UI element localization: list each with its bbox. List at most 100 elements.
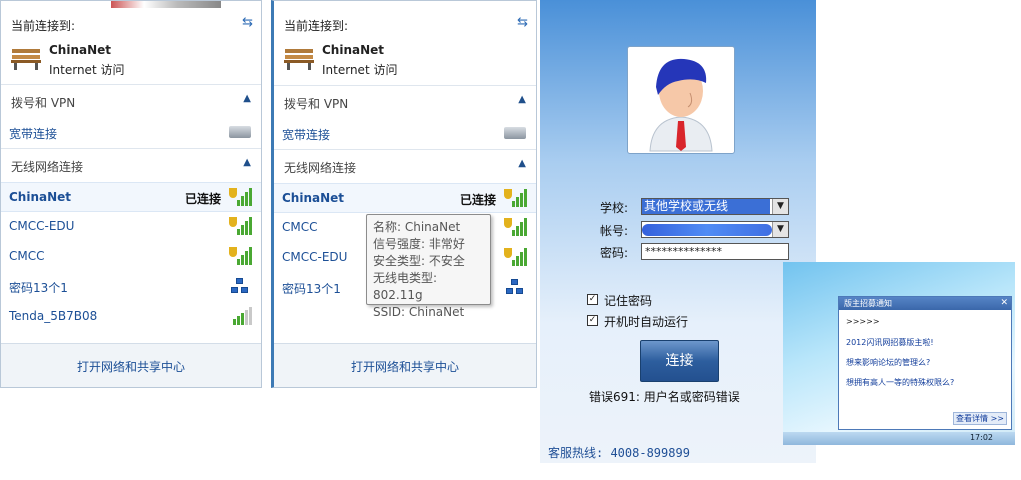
section-label: 无线网络连接 (11, 160, 84, 174)
account-label: 帐号: (600, 224, 629, 238)
refresh-icon[interactable]: ⇆ (242, 15, 253, 30)
connection-name: ChinaNet (49, 43, 112, 57)
chevron-up-icon[interactable]: ▲ (243, 93, 251, 104)
tooltip-line: 无线电类型: 802.11g (373, 271, 438, 302)
wifi-name: 密码13个1 (9, 281, 68, 295)
wifi-signal-icon (229, 307, 252, 325)
shield-icon (229, 217, 237, 227)
bench-icon (11, 49, 41, 70)
wireless-section[interactable]: 无线网络连接 ▲ (1, 148, 261, 182)
wifi-name: 密码13个1 (282, 282, 341, 296)
wifi-name: ChinaNet (282, 191, 345, 205)
section-label: 拨号和 VPN (284, 97, 349, 111)
popup-link[interactable]: 2012闪讯网招募版主啦! (846, 337, 934, 348)
broadband-label: 宽带连接 (9, 127, 58, 141)
current-connection-label: 当前连接到: (284, 19, 349, 33)
broadband-connection[interactable]: 宽带连接 (274, 119, 536, 149)
wifi-name: ChinaNet (9, 190, 72, 204)
wifi-signal-icon (504, 218, 527, 236)
tooltip-line: 安全类型: 不安全 (373, 254, 465, 268)
flyout-footer: 打开网络和共享中心 (274, 343, 536, 387)
section-label: 拨号和 VPN (11, 96, 76, 110)
chevron-up-icon[interactable]: ▲ (243, 157, 251, 168)
wifi-item-tenda[interactable]: Tenda_5B7B08 (1, 302, 261, 332)
school-select[interactable]: 其他学校或无线 ▼ (641, 198, 789, 215)
remember-password-checkbox[interactable]: ✓ (587, 294, 598, 305)
wifi-item-chinanet[interactable]: ChinaNet 已连接 (1, 182, 261, 212)
network-flyout-1: 当前连接到: ⇆ ChinaNet Internet 访问 拨号和 VPN ▲ … (0, 0, 262, 388)
wifi-name: CMCC-EDU (9, 219, 75, 233)
current-connection-label: 当前连接到: (11, 19, 76, 33)
redaction-scribble (642, 224, 772, 236)
wifi-name: Tenda_5B7B08 (9, 309, 98, 323)
network-sharing-center-link[interactable]: 打开网络和共享中心 (274, 358, 536, 375)
user-avatar (627, 46, 735, 154)
adhoc-network-icon (231, 278, 249, 294)
broadband-connection[interactable]: 宽带连接 (1, 118, 261, 148)
view-details-button[interactable]: 查看详情 >> (953, 412, 1007, 425)
wifi-name: CMCC-EDU (282, 250, 348, 264)
modem-icon (504, 127, 526, 139)
wifi-item-password13[interactable]: 密码13个1 (1, 272, 261, 302)
wifi-item-cmcc-edu[interactable]: CMCC-EDU (1, 212, 261, 242)
dialup-client-window: 学校: 其他学校或无线 ▼ 帐号: ▼ 密码: ************** ✓… (540, 0, 816, 463)
password-field[interactable]: ************** (641, 243, 789, 260)
popup-link[interactable]: 想来影响论坛的管理么? (846, 357, 930, 368)
shield-icon (504, 189, 512, 199)
network-flyout-2: 当前连接到: ⇆ ChinaNet Internet 访问 拨号和 VPN ▲ … (271, 0, 537, 388)
wifi-name: CMCC (282, 220, 318, 234)
tooltip-line: SSID: ChinaNet (373, 305, 465, 319)
shield-icon (504, 248, 512, 258)
broadband-label: 宽带连接 (282, 128, 331, 142)
dialup-vpn-section[interactable]: 拨号和 VPN ▲ (274, 85, 536, 119)
remember-password-label: 记住密码 (604, 294, 653, 308)
chevron-up-icon[interactable]: ▲ (518, 158, 526, 169)
desktop-strip (111, 1, 221, 8)
section-label: 无线网络连接 (284, 161, 357, 175)
connection-subtitle: Internet 访问 (49, 63, 125, 77)
refresh-icon[interactable]: ⇆ (517, 15, 528, 30)
error-message: 错误691: 用户名或密码错误 (589, 390, 740, 404)
network-tooltip: 名称: ChinaNet 信号强度: 非常好 安全类型: 不安全 无线电类型: … (366, 214, 491, 319)
popup-link[interactable]: 想拥有高人一等的特殊权限么? (846, 377, 954, 388)
connection-name: ChinaNet (322, 43, 385, 57)
wifi-signal-icon (504, 189, 527, 207)
taskbar-clock: 17:02 (969, 433, 993, 442)
dialup-vpn-section[interactable]: 拨号和 VPN ▲ (1, 84, 261, 118)
dropdown-arrow-icon[interactable]: ▼ (772, 222, 788, 237)
password-label: 密码: (600, 246, 629, 260)
wifi-item-cmcc[interactable]: CMCC (1, 242, 261, 272)
wifi-signal-icon (504, 248, 527, 266)
shield-icon (229, 247, 237, 257)
school-label: 学校: (600, 201, 629, 215)
school-value: 其他学校或无线 (642, 199, 770, 214)
wifi-status: 已连接 (459, 193, 496, 207)
network-sharing-center-link[interactable]: 打开网络和共享中心 (1, 358, 261, 375)
wireless-section[interactable]: 无线网络连接 ▲ (274, 149, 536, 183)
adhoc-network-icon (506, 279, 524, 295)
chevron-up-icon[interactable]: ▲ (518, 94, 526, 105)
notification-popup: 版主招募通知 ✕ >>>>> 2012闪讯网招募版主啦! 想来影响论坛的管理么?… (838, 296, 1012, 430)
bench-icon (284, 49, 314, 70)
desktop-notification-area: 版主招募通知 ✕ >>>>> 2012闪讯网招募版主啦! 想来影响论坛的管理么?… (783, 262, 1015, 445)
dropdown-arrow-icon[interactable]: ▼ (772, 199, 788, 214)
hotline-text: 客服热线: 4008-899899 (548, 446, 690, 460)
tooltip-line: 名称: ChinaNet (373, 220, 461, 234)
shield-icon (229, 188, 237, 198)
taskbar: 17:02 (783, 432, 1015, 445)
wifi-signal-icon (229, 247, 252, 265)
wifi-item-chinanet[interactable]: ChinaNet 已连接 (274, 183, 536, 213)
autorun-label: 开机时自动运行 (604, 315, 689, 329)
screenshot: 当前连接到: ⇆ ChinaNet Internet 访问 拨号和 VPN ▲ … (0, 0, 1021, 480)
popup-title: 版主招募通知 (839, 297, 1011, 310)
connection-subtitle: Internet 访问 (322, 63, 398, 77)
modem-icon (229, 126, 251, 138)
close-icon[interactable]: ✕ (1000, 297, 1008, 310)
connect-button[interactable]: 连接 (640, 340, 719, 382)
avatar-icon (649, 58, 713, 152)
autorun-checkbox[interactable]: ✓ (587, 315, 598, 326)
flyout-footer: 打开网络和共享中心 (1, 343, 261, 387)
wifi-signal-icon (229, 217, 252, 235)
wifi-name: CMCC (9, 249, 45, 263)
shield-icon (504, 218, 512, 228)
